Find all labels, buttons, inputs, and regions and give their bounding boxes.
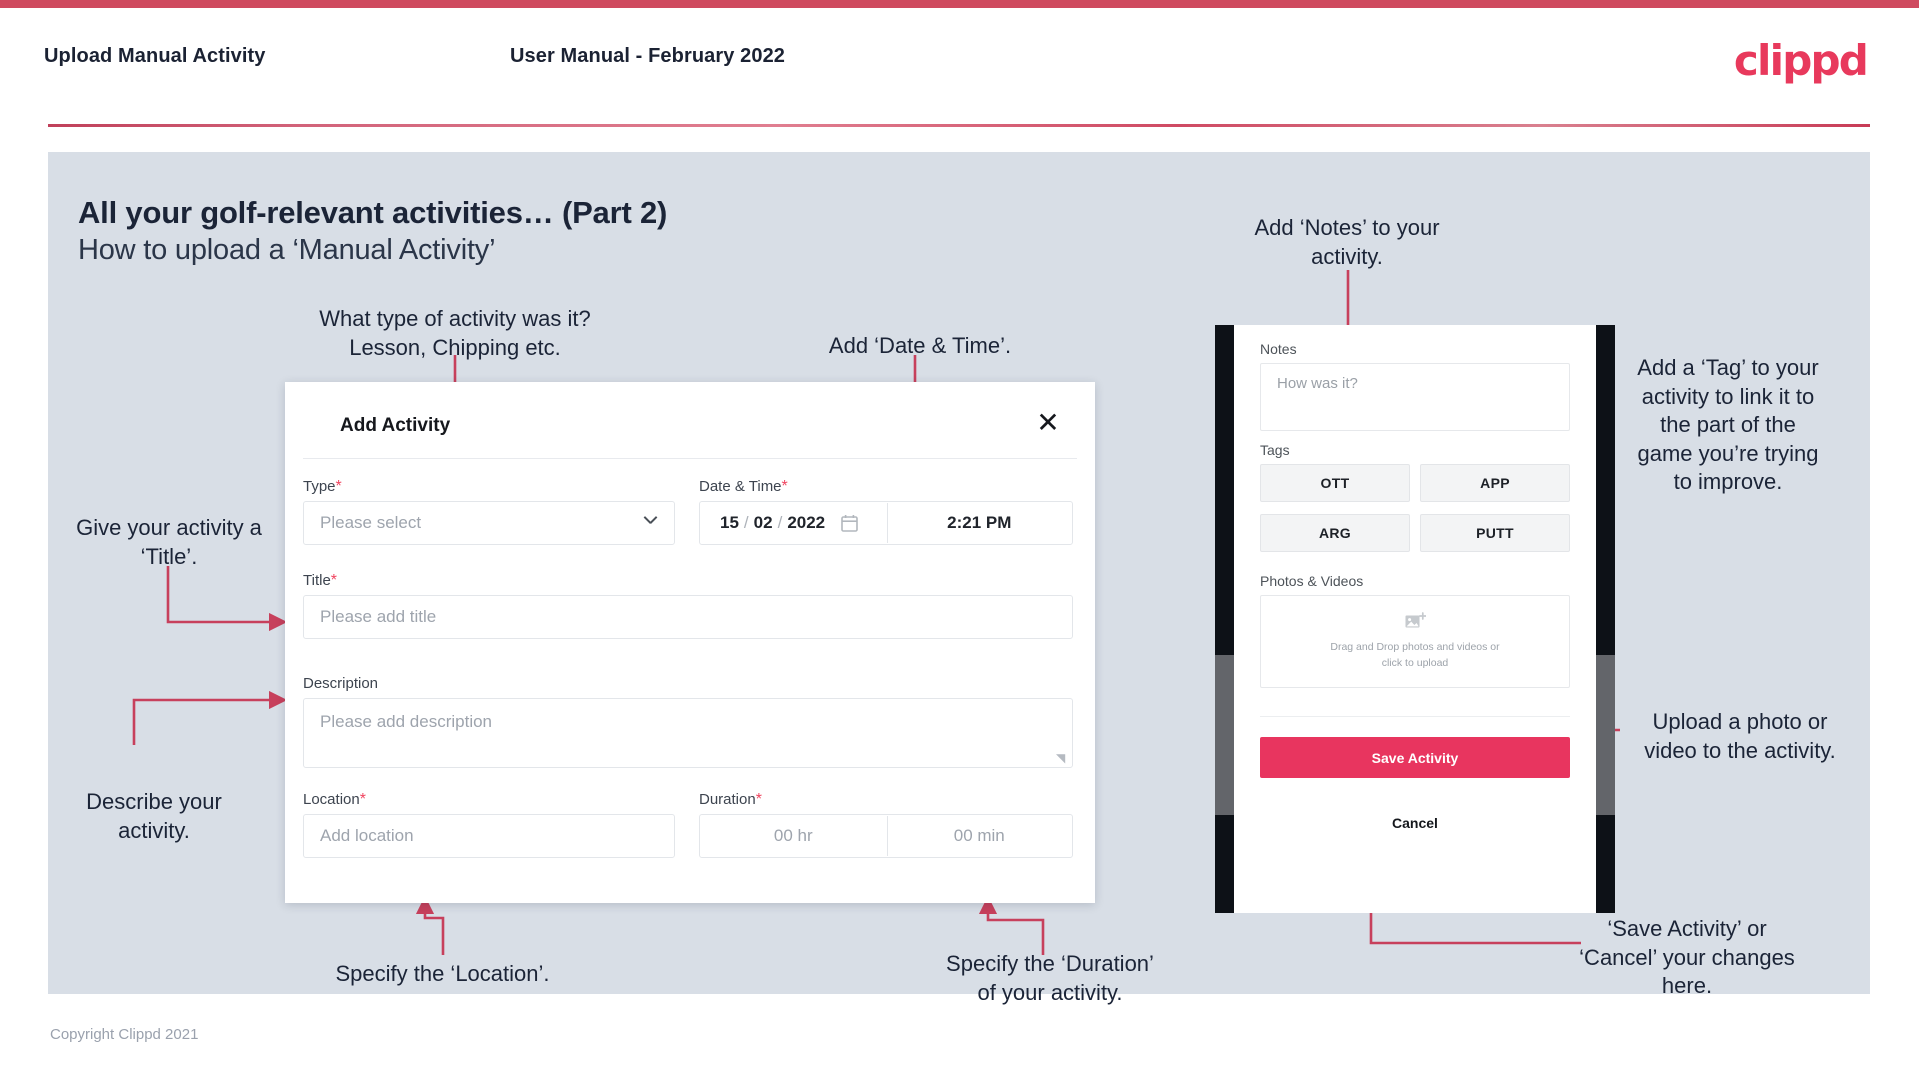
page-title: All your golf-relevant activities… (Part…: [78, 195, 668, 230]
tag-button-app[interactable]: APP: [1420, 464, 1570, 502]
dialog-title: Add Activity: [340, 415, 451, 436]
add-image-icon: [1405, 611, 1426, 631]
duration-required-mark: *: [755, 791, 762, 808]
description-label-text: Description: [303, 675, 379, 692]
type-select[interactable]: Please select: [303, 501, 675, 545]
date-sep-1: /: [743, 513, 749, 532]
calendar-icon[interactable]: [841, 514, 858, 532]
duration-field-group: 00 hr 00 min: [699, 814, 1073, 858]
annotation-tags: Add a ‘Tag’ to your activity to link it …: [1637, 355, 1819, 495]
duration-hours-input[interactable]: 00 hr: [700, 815, 887, 857]
tag-label: OTT: [1320, 475, 1350, 491]
datetime-required-mark: *: [781, 478, 788, 495]
phone-volume-button-right: [1596, 655, 1615, 815]
location-label-text: Location: [303, 791, 360, 808]
phone-frame-right: [1596, 325, 1615, 913]
duration-hours-placeholder: 00 hr: [773, 826, 813, 845]
annotation-datetime: Add ‘Date & Time’.: [828, 333, 1012, 358]
location-placeholder: Add location: [320, 826, 414, 845]
datetime-label: Date & Time*: [699, 478, 788, 496]
date-day: 15: [720, 513, 739, 532]
annotation-duration: Specify the ‘Duration’ of your activity.: [946, 951, 1154, 1005]
header-divider: [48, 124, 1870, 127]
annotation-upload: Upload a photo or video to the activity.: [1644, 709, 1836, 763]
annotation-save-cancel: ‘Save Activity’ or ‘Cancel’ your changes…: [1579, 916, 1795, 999]
phone-screen: Notes How was it? Tags OTT APP ARG PUTT …: [1234, 325, 1596, 913]
top-accent-bar: [0, 0, 1919, 8]
annotation-description: Describe your activity.: [86, 789, 222, 843]
dropzone-line-1: Drag and Drop photos and videos or: [1330, 640, 1500, 653]
tag-button-arg[interactable]: ARG: [1260, 514, 1410, 552]
title-placeholder: Please add title: [320, 607, 437, 626]
date-input[interactable]: 15 / 02 / 2022: [700, 502, 887, 544]
add-activity-dialog: Add Activity ✕ Type* Please select Date …: [285, 382, 1095, 903]
title-label-text: Title: [303, 572, 331, 589]
footer-copyright: Copyright Clippd 2021: [50, 1026, 199, 1043]
phone-frame-left: [1215, 325, 1234, 913]
title-required-mark: *: [330, 572, 338, 589]
tag-label: APP: [1480, 475, 1510, 491]
chevron-down-icon: [643, 516, 657, 530]
close-icon[interactable]: ✕: [1029, 404, 1067, 442]
date-month: 02: [753, 513, 773, 532]
location-label: Location*: [303, 791, 366, 809]
type-label: Type*: [303, 478, 342, 496]
annotation-location: Specify the ‘Location’.: [335, 961, 550, 986]
tag-label: ARG: [1318, 525, 1351, 541]
datetime-field-group: 15 / 02 / 2022 2:21 PM: [699, 501, 1073, 545]
time-input[interactable]: 2:21 PM: [887, 502, 1072, 544]
photo-dropzone[interactable]: Drag and Drop photos and videos or click…: [1260, 595, 1570, 688]
duration-minutes-input[interactable]: 00 min: [887, 815, 1073, 857]
annotation-title: Give your activity a ‘Title’.: [76, 515, 262, 569]
type-placeholder: Please select: [320, 513, 422, 532]
type-required-mark: *: [335, 478, 342, 495]
description-label: Description: [303, 675, 378, 693]
phone-divider: [1260, 716, 1570, 717]
tag-button-ott[interactable]: OTT: [1260, 464, 1410, 502]
date-sep-2: /: [777, 513, 783, 532]
duration-minutes-placeholder: 00 min: [953, 826, 1005, 845]
save-activity-button[interactable]: Save Activity: [1260, 737, 1570, 778]
annotation-notes: Add ‘Notes’ to your activity.: [1254, 215, 1440, 269]
phone-volume-button-left: [1215, 655, 1234, 815]
cancel-button[interactable]: Cancel: [1234, 815, 1596, 831]
location-required-mark: *: [359, 791, 366, 808]
notes-label: Notes: [1260, 341, 1297, 357]
tag-label: PUTT: [1476, 525, 1514, 541]
description-placeholder: Please add description: [320, 712, 493, 731]
dialog-divider: [303, 458, 1077, 459]
location-input[interactable]: Add location: [303, 814, 675, 858]
phone-mockup: Notes How was it? Tags OTT APP ARG PUTT …: [1215, 325, 1615, 913]
datetime-label-text: Date & Time: [699, 478, 782, 495]
tag-button-putt[interactable]: PUTT: [1420, 514, 1570, 552]
header-center-title: User Manual - February 2022: [510, 45, 786, 67]
notes-textarea[interactable]: How was it?: [1260, 363, 1570, 431]
clippd-logo: clippd: [1733, 36, 1869, 85]
annotation-type: What type of activity was it? Lesson, Ch…: [319, 306, 591, 360]
slide-page: Upload Manual Activity User Manual - Feb…: [0, 0, 1919, 1079]
photos-label: Photos & Videos: [1260, 573, 1364, 589]
tags-label: Tags: [1260, 442, 1290, 458]
duration-label-text: Duration: [699, 791, 756, 808]
header-left-title: Upload Manual Activity: [44, 45, 266, 67]
dropzone-line-2: click to upload: [1381, 656, 1449, 669]
description-textarea[interactable]: Please add description ◥: [303, 698, 1073, 768]
date-year: 2022: [787, 513, 826, 532]
page-subtitle: How to upload a ‘Manual Activity’: [78, 234, 496, 266]
time-value: 2:21 PM: [947, 513, 1012, 532]
duration-label: Duration*: [699, 791, 762, 809]
notes-placeholder: How was it?: [1277, 375, 1358, 392]
title-input[interactable]: Please add title: [303, 595, 1073, 639]
title-label: Title*: [303, 572, 337, 590]
type-label-text: Type: [303, 478, 336, 495]
resize-handle-icon[interactable]: ◥: [1056, 752, 1068, 764]
